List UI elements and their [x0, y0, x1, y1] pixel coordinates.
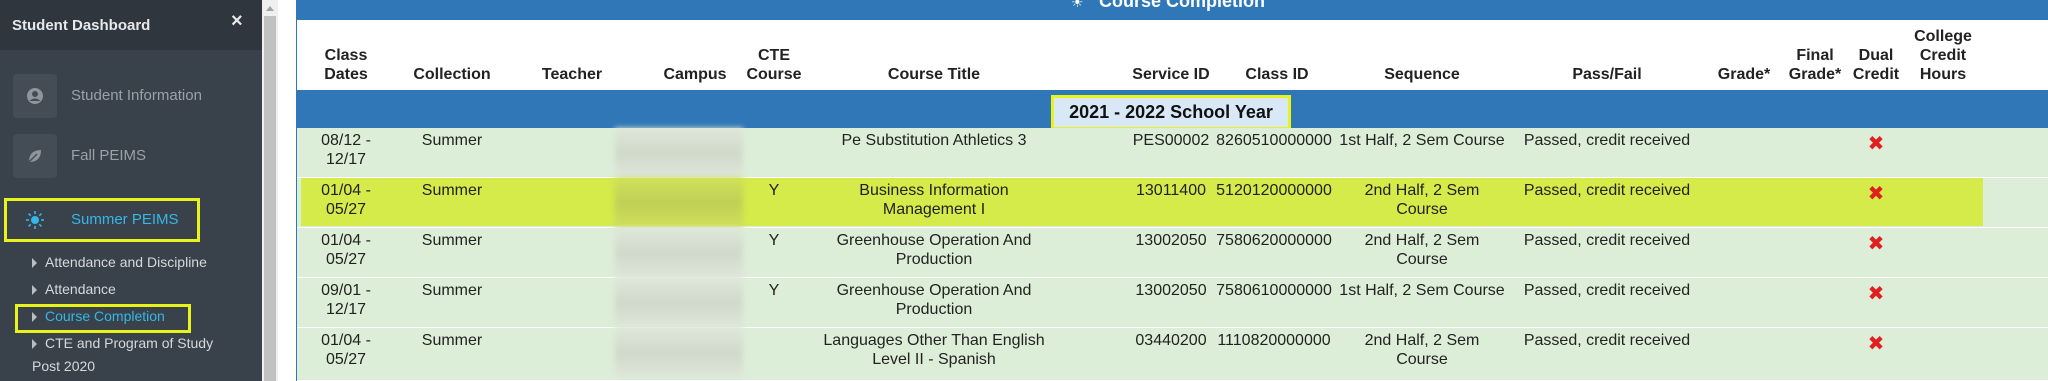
- cell-pass-fail: Passed, credit received: [1523, 182, 1691, 199]
- col-grade[interactable]: Grade*: [1709, 65, 1779, 84]
- panel-title: Course Completion: [1099, 0, 1266, 11]
- x-mark-icon: ✖: [1867, 333, 1885, 355]
- caret-right-icon: [32, 285, 37, 295]
- leaf-icon: [13, 134, 57, 178]
- col-pass-fail[interactable]: Pass/Fail: [1507, 65, 1707, 84]
- cell-class-id: 7580620000000: [1216, 232, 1332, 249]
- sidebar-header: Student Dashboard ×: [0, 0, 262, 50]
- col-teacher[interactable]: Teacher: [513, 65, 631, 84]
- cell-sequence: 1st Half, 2 Sem Course: [1339, 132, 1505, 149]
- cell-sequence: 2nd Half, 2 Sem Course: [1364, 332, 1480, 368]
- caret-right-icon: [32, 339, 37, 349]
- cell-collection: Summer: [421, 132, 483, 149]
- col-course-title[interactable]: Course Title: [819, 65, 1049, 84]
- cell-collection: Summer: [421, 332, 483, 349]
- cell-cte: Y: [768, 282, 780, 299]
- blurred-campus: [615, 128, 743, 178]
- cell-collection: Summer: [421, 282, 483, 299]
- col-collection[interactable]: Collection: [391, 65, 513, 84]
- cell-collection: Summer: [421, 182, 483, 199]
- subitem-label: Attendance: [45, 281, 116, 297]
- x-mark-icon: ✖: [1867, 183, 1885, 205]
- table-row[interactable]: 01/04 - 05/27 Summer Y Greenhouse Operat…: [297, 228, 2048, 278]
- cell-service-id: PES00002: [1132, 132, 1210, 149]
- col-class-dates[interactable]: Class Dates: [301, 46, 391, 84]
- blurred-campus: [615, 278, 743, 328]
- col-dual-credit[interactable]: Dual Credit: [1849, 46, 1903, 84]
- gap: [278, 0, 296, 381]
- col-cte-course[interactable]: CTE Course: [734, 46, 814, 84]
- cell-class-dates: 08/12 - 12/17: [321, 132, 371, 168]
- x-mark-icon: ✖: [1867, 283, 1885, 305]
- subitem-label: Attendance and Discipline: [45, 254, 207, 270]
- table-header: Class Dates Collection Teacher Campus CT…: [297, 20, 2048, 92]
- cell-course-title: Greenhouse Operation And Production: [836, 232, 1032, 268]
- cell-sequence: 1st Half, 2 Sem Course: [1339, 282, 1505, 299]
- blurred-campus: [615, 328, 743, 378]
- table-row[interactable]: 08/12 - 12/17 Summer Pe Substitution Ath…: [297, 128, 2048, 178]
- cell-course-title: Greenhouse Operation And Production: [836, 282, 1032, 318]
- col-service-id[interactable]: Service ID: [1131, 65, 1211, 84]
- cell-pass-fail: Passed, credit received: [1523, 332, 1691, 349]
- cell-pass-fail: Passed, credit received: [1523, 282, 1691, 299]
- cell-sequence: 2nd Half, 2 Sem Course: [1364, 232, 1480, 268]
- cell-pass-fail: Passed, credit received: [1523, 232, 1691, 249]
- subitem-label: CTE and Program of Study: [45, 335, 214, 351]
- scrollbar-thumb[interactable]: [264, 16, 276, 381]
- cell-class-dates: 01/04 - 05/27: [321, 182, 371, 218]
- table-row[interactable]: 01/04 - 05/27 Summer Languages Other Tha…: [297, 328, 2048, 381]
- table-row[interactable]: 09/01 - 12/17 Summer Y Greenhouse Operat…: [297, 278, 2048, 328]
- nav-label: Student Information: [71, 87, 202, 104]
- x-mark-icon: ✖: [1867, 233, 1885, 255]
- user-circle-icon: [13, 74, 57, 118]
- cell-course-title: Languages Other Than English Level II - …: [823, 332, 1045, 368]
- blurred-campus: [615, 228, 743, 278]
- scroll-up-arrow-icon[interactable]: [266, 6, 274, 11]
- sidebar-title: Student Dashboard: [12, 17, 151, 34]
- cell-class-id: 5120120000000: [1216, 182, 1332, 199]
- subitem-label: Post 2020: [32, 358, 96, 374]
- cell-class-dates: 01/04 - 05/27: [321, 232, 371, 268]
- cell-course-title: Pe Substitution Athletics 3: [841, 132, 1027, 149]
- cell-service-id: 13002050: [1135, 282, 1207, 299]
- cell-service-id: 13002050: [1135, 232, 1207, 249]
- cell-sequence: 2nd Half, 2 Sem Course: [1364, 182, 1480, 218]
- cell-cte: Y: [768, 182, 780, 199]
- x-mark-icon: ✖: [1867, 133, 1885, 155]
- caret-right-icon: [32, 258, 37, 268]
- cell-class-id: 8260510000000: [1216, 132, 1332, 149]
- nav-label: Fall PEIMS: [71, 147, 147, 164]
- blurred-campus: [615, 178, 743, 228]
- summer-peims-highlight: [4, 198, 200, 242]
- sidebar: Student Dashboard × Student Information …: [0, 0, 262, 381]
- cell-class-id: 1110820000000: [1217, 332, 1331, 349]
- col-final-grade[interactable]: Final Grade*: [1785, 46, 1845, 84]
- cell-pass-fail: Passed, credit received: [1523, 132, 1691, 149]
- course-completion-panel: ☀ Course Completion Class Dates Collecti…: [296, 0, 2048, 381]
- school-year-row: 2021 - 2022 School Year: [297, 92, 2048, 130]
- cell-service-id: 13011400: [1136, 182, 1206, 199]
- col-sequence[interactable]: Sequence: [1337, 65, 1507, 84]
- cell-collection: Summer: [421, 232, 483, 249]
- sun-icon: ☀: [1071, 0, 1084, 10]
- school-year-highlight: 2021 - 2022 School Year: [1051, 95, 1291, 130]
- course-completion-highlight: [15, 304, 191, 333]
- cell-service-id: 03440200: [1135, 332, 1207, 349]
- nav-item-fall-peims[interactable]: Fall PEIMS: [0, 126, 262, 186]
- school-year-label: 2021 - 2022 School Year: [1069, 102, 1273, 122]
- cell-cte: Y: [768, 232, 780, 249]
- cell-class-dates: 09/01 - 12/17: [321, 282, 371, 318]
- panel-banner: ☀ Course Completion: [297, 0, 2048, 20]
- cell-class-id: 7580610000000: [1216, 282, 1332, 299]
- table-row[interactable]: 01/04 - 05/27 Summer Y Business Informat…: [297, 178, 2048, 228]
- col-class-id[interactable]: Class ID: [1217, 65, 1337, 84]
- cell-course-title: Business Information Management I: [859, 182, 1009, 218]
- close-icon[interactable]: ×: [231, 10, 243, 33]
- nav-item-student-information[interactable]: Student Information: [0, 66, 262, 126]
- cell-class-dates: 01/04 - 05/27: [321, 332, 371, 368]
- col-college-credit-hours[interactable]: College Credit Hours: [1909, 27, 1977, 84]
